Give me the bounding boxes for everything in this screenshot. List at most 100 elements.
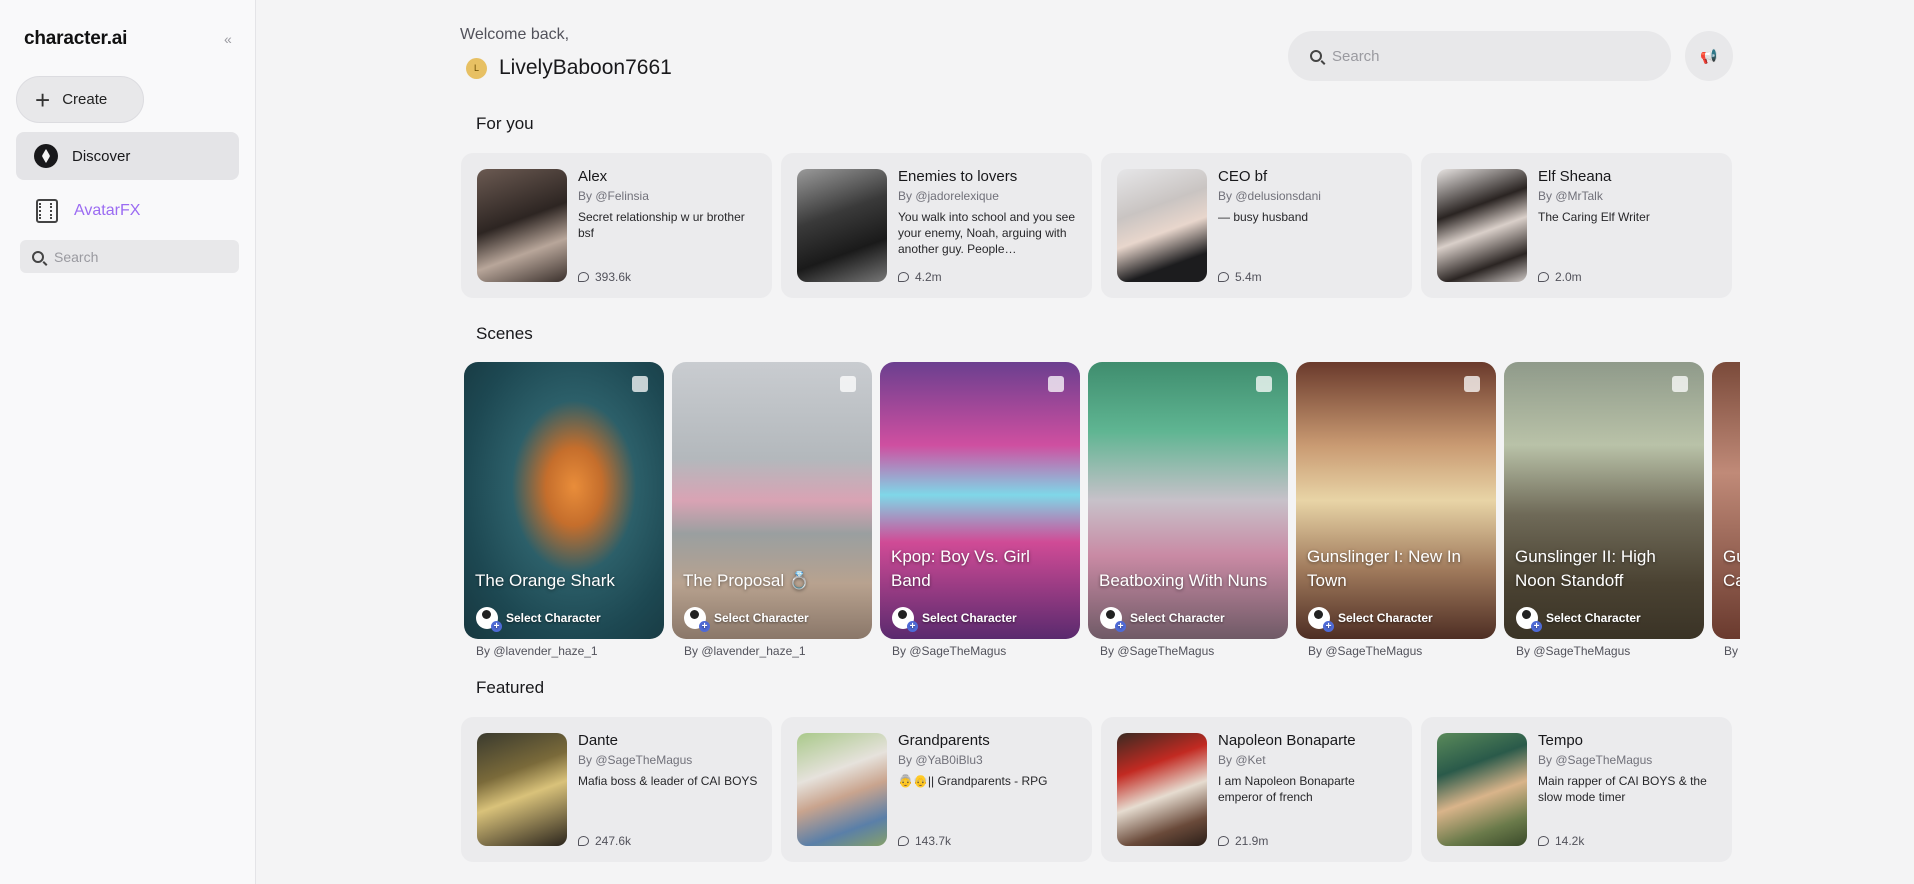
character-thumbnail: [797, 733, 887, 846]
scene-author[interactable]: By @lavender_haze_1: [684, 644, 806, 658]
select-character-label: Select Character: [506, 611, 601, 625]
character-name: Enemies to lovers: [898, 168, 1018, 185]
select-character-label: Select Character: [1130, 611, 1225, 625]
scene-title: The Proposal 💍: [683, 571, 811, 590]
character-author[interactable]: By @delusionsdani: [1218, 189, 1321, 203]
scene-icon: [840, 376, 856, 392]
scene-title: Gunslinger II: High Noon Standoff: [1515, 547, 1656, 590]
sidebar-item-discover[interactable]: Discover: [16, 132, 239, 180]
character-author[interactable]: By @YaB0iBlu3: [898, 753, 983, 767]
scene-icon: [1464, 376, 1480, 392]
character-description: The Caring Elf Writer: [1538, 210, 1650, 224]
welcome-text: Welcome back,: [460, 26, 570, 43]
chat-count-value: 5.4m: [1235, 270, 1262, 284]
chat-count-value: 247.6k: [595, 834, 632, 848]
collapse-sidebar-icon[interactable]: «: [224, 31, 232, 47]
search-icon: [32, 250, 44, 263]
scene-card[interactable]: Gunslinger I: New In Town Select Charact…: [1296, 362, 1496, 639]
search-input[interactable]: Search: [1288, 31, 1671, 81]
select-character-button[interactable]: Select Character: [1516, 607, 1641, 632]
scene-icon: [632, 376, 648, 392]
character-name: CEO bf: [1218, 168, 1268, 185]
select-character-button[interactable]: Select Character: [476, 607, 601, 632]
character-author[interactable]: By @MrTalk: [1538, 189, 1603, 203]
character-thumbnail: [1117, 169, 1207, 282]
avatar[interactable]: L: [466, 57, 487, 79]
character-card[interactable]: Napoleon Bonaparte By @Ket I am Napoleon…: [1101, 717, 1412, 862]
select-character-button[interactable]: Select Character: [684, 607, 809, 632]
user-plus-icon: [1516, 607, 1542, 632]
chat-count-value: 21.9m: [1235, 834, 1269, 848]
chat-count: 21.9m: [1218, 834, 1268, 848]
user-plus-icon: [1308, 607, 1334, 632]
character-author[interactable]: By @SageTheMagus: [1538, 753, 1652, 767]
user-greeting: L LivelyBaboon7661: [466, 56, 672, 80]
chat-bubble-icon: [898, 836, 909, 846]
sidebar-item-avatarfx[interactable]: AvatarFX: [36, 199, 140, 223]
chat-bubble-icon: [1218, 836, 1229, 846]
create-label: Create: [62, 91, 108, 108]
character-name: Tempo: [1538, 732, 1584, 749]
character-name: Alex: [578, 168, 608, 185]
scene-card[interactable]: Beatboxing With Nuns Select Character: [1088, 362, 1288, 639]
scene-title: The Orange Shark: [475, 571, 615, 590]
character-author[interactable]: By @SageTheMagus: [578, 753, 692, 767]
scene-card[interactable]: Kpop: Boy Vs. Girl Band Select Character: [880, 362, 1080, 639]
create-button[interactable]: + Create: [16, 76, 144, 123]
scene-author[interactable]: By @SageTheMagus: [1100, 644, 1214, 658]
select-character-button[interactable]: Select Character: [1100, 607, 1225, 632]
chat-bubble-icon: [898, 272, 909, 282]
scene-title: Gu Ca: [1723, 547, 1740, 590]
chat-bubble-icon: [1218, 272, 1229, 282]
section-title-scenes: Scenes: [476, 324, 533, 343]
character-name: Elf Sheana: [1538, 168, 1612, 185]
character-thumbnail: [1437, 733, 1527, 846]
chat-count: 247.6k: [578, 834, 631, 848]
scene-card[interactable]: The Orange Shark Select Character: [464, 362, 664, 639]
scene-author[interactable]: By @SageTheMagus: [1308, 644, 1422, 658]
character-card[interactable]: Alex By @Felinsia Secret relationship w …: [461, 153, 772, 298]
character-thumbnail: [477, 169, 567, 282]
notification-button[interactable]: 📢: [1685, 31, 1733, 81]
character-author[interactable]: By @Ket: [1218, 753, 1266, 767]
character-description: I am Napoleon Bonaparte emperor of frenc…: [1218, 774, 1355, 804]
character-description: Main rapper of CAI BOYS & the slow mode …: [1538, 774, 1707, 804]
scene-title: Gunslinger I: New In Town: [1307, 547, 1462, 590]
chat-count-value: 143.7k: [915, 834, 952, 848]
select-character-button[interactable]: Select Character: [892, 607, 1017, 632]
scene-icon: [1256, 376, 1272, 392]
scene-card[interactable]: The Proposal 💍 Select Character: [672, 362, 872, 639]
sidebar-item-label: Discover: [72, 147, 131, 165]
scene-author[interactable]: By: [1724, 644, 1738, 658]
sidebar-search-input[interactable]: Search: [20, 240, 239, 273]
select-character-label: Select Character: [922, 611, 1017, 625]
scene-author[interactable]: By @SageTheMagus: [892, 644, 1006, 658]
scene-author[interactable]: By @lavender_haze_1: [476, 644, 598, 658]
character-author[interactable]: By @jadorelexique: [898, 189, 999, 203]
character-description: You walk into school and you see your en…: [898, 210, 1076, 256]
character-card[interactable]: Elf Sheana By @MrTalk The Caring Elf Wri…: [1421, 153, 1732, 298]
scene-card[interactable]: Gu Ca: [1712, 362, 1740, 639]
app-logo[interactable]: character.ai: [24, 28, 127, 50]
film-icon: [36, 199, 58, 223]
chat-count: 14.2k: [1538, 834, 1584, 848]
chat-count: 143.7k: [898, 834, 951, 848]
user-plus-icon: [1100, 607, 1126, 632]
select-character-button[interactable]: Select Character: [1308, 607, 1433, 632]
character-description: — busy husband: [1218, 210, 1309, 224]
chat-count-value: 4.2m: [915, 270, 942, 284]
scene-author[interactable]: By @SageTheMagus: [1516, 644, 1630, 658]
chat-count: 5.4m: [1218, 270, 1262, 284]
character-card[interactable]: Tempo By @SageTheMagus Main rapper of CA…: [1421, 717, 1732, 862]
character-author[interactable]: By @Felinsia: [578, 189, 649, 203]
character-card[interactable]: CEO bf By @delusionsdani — busy husband …: [1101, 153, 1412, 298]
character-card[interactable]: Dante By @SageTheMagus Mafia boss & lead…: [461, 717, 772, 862]
chat-count: 4.2m: [898, 270, 942, 284]
select-character-label: Select Character: [714, 611, 809, 625]
sidebar: character.ai « + Create Discover AvatarF…: [0, 0, 256, 884]
character-card[interactable]: Enemies to lovers By @jadorelexique You …: [781, 153, 1092, 298]
chat-bubble-icon: [578, 836, 589, 846]
character-card[interactable]: Grandparents By @YaB0iBlu3 👵👴|| Grandpar…: [781, 717, 1092, 862]
character-thumbnail: [1117, 733, 1207, 846]
scene-card[interactable]: Gunslinger II: High Noon Standoff Select…: [1504, 362, 1704, 639]
